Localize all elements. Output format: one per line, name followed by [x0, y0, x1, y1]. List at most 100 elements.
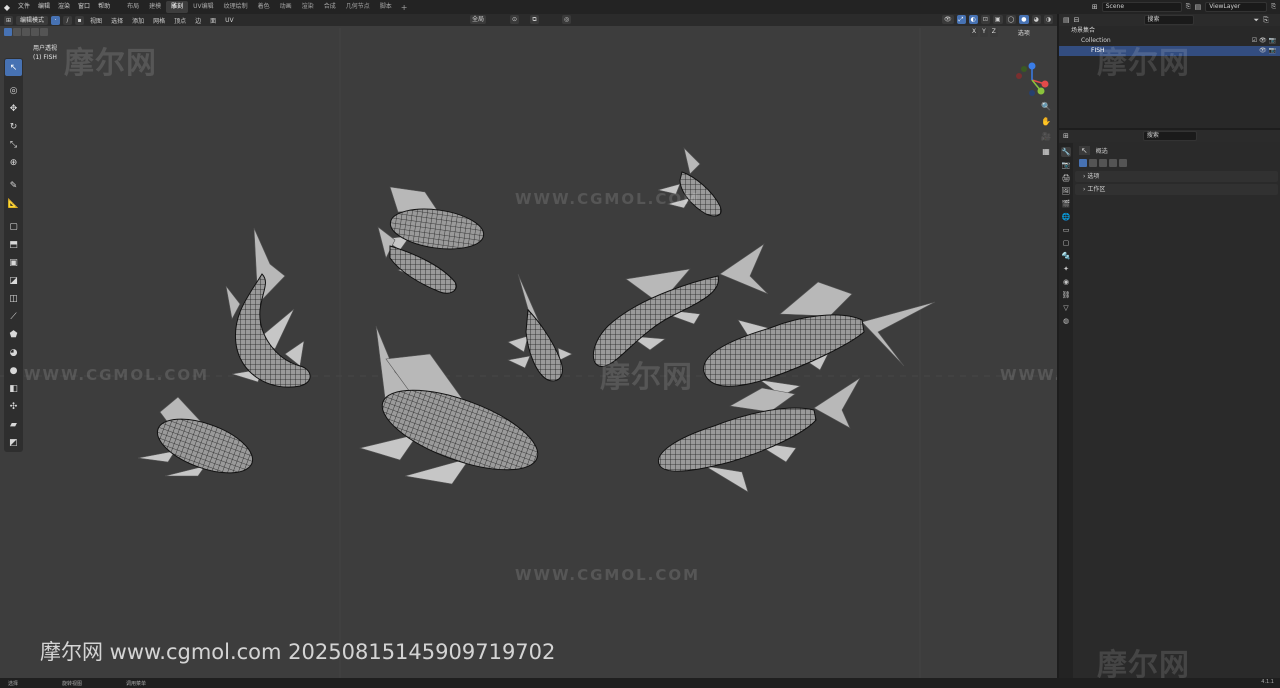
navigation-gizmo[interactable]	[1014, 62, 1050, 96]
section-workspace[interactable]: › 工作区	[1075, 184, 1278, 195]
output-tab-icon[interactable]: 🖨	[1061, 173, 1071, 183]
perspective-grid-icon[interactable]: ▦	[1040, 145, 1052, 157]
outliner-search-input[interactable]: 搜索	[1143, 15, 1194, 25]
rotate-tool[interactable]: ↻	[5, 118, 22, 135]
tab-geometry-nodes[interactable]: 几何节点	[341, 1, 375, 13]
scene-field[interactable]: Scene	[1101, 2, 1182, 12]
select-new-icon[interactable]	[4, 28, 12, 36]
knife-tool[interactable]: ⟋	[5, 308, 22, 325]
overlay-toggle-icon[interactable]: ◐	[968, 15, 978, 24]
mode-subtract-icon[interactable]	[1099, 159, 1107, 167]
pivot-icon[interactable]: ⊙	[510, 15, 520, 24]
section-options[interactable]: › 选项	[1075, 171, 1278, 182]
add-cube-tool[interactable]: ▢	[5, 218, 22, 235]
move-tool[interactable]: ✥	[5, 100, 22, 117]
gizmo-toggle-icon[interactable]: ⤢	[956, 15, 966, 24]
tab-compositing[interactable]: 合成	[319, 1, 341, 13]
face-select-button[interactable]: ▪	[75, 15, 85, 25]
outliner-funnel-icon[interactable]: ⏷	[1254, 16, 1260, 25]
scale-tool[interactable]: ⤡	[5, 136, 22, 153]
fish-mesh[interactable]	[507, 273, 573, 382]
spin-tool[interactable]: ◕	[5, 344, 22, 361]
menu-view[interactable]: 视图	[87, 16, 105, 25]
measure-tool[interactable]: 📐	[5, 195, 22, 212]
add-workspace-button[interactable]: +	[397, 3, 412, 12]
snap-icon[interactable]: ⧉	[530, 15, 539, 24]
particles-tab-icon[interactable]: ✦	[1061, 264, 1071, 274]
menu-select[interactable]: 选择	[108, 16, 126, 25]
new-scene-icon[interactable]: ⎘	[1186, 3, 1191, 11]
mirror-x-toggle[interactable]: X	[970, 28, 979, 37]
tab-animation[interactable]: 动画	[275, 1, 297, 13]
outliner-type-icon[interactable]: ▤	[1063, 16, 1070, 24]
tab-rendering[interactable]: 渲染	[297, 1, 319, 13]
mode-select[interactable]: 编辑模式	[16, 15, 49, 25]
physics-tab-icon[interactable]: ◉	[1061, 277, 1071, 287]
fish-mesh[interactable]	[658, 377, 861, 493]
render-tab-icon[interactable]: 📷	[1061, 160, 1071, 170]
new-viewlayer-icon[interactable]: ⎘	[1271, 3, 1280, 11]
fish-mesh[interactable]	[703, 281, 936, 397]
collection-tab-icon[interactable]: ▭	[1061, 225, 1071, 235]
xray-icon[interactable]: ▣	[992, 15, 1003, 24]
object-tab-icon[interactable]: ▢	[1061, 238, 1071, 248]
poly-build-tool[interactable]: ⬟	[5, 326, 22, 343]
inset-tool[interactable]: ▣	[5, 254, 22, 271]
tab-sculpting[interactable]: 雕刻	[166, 1, 189, 13]
tab-modeling[interactable]: 建模	[144, 1, 166, 13]
shading-material-icon[interactable]: ◕	[1031, 15, 1041, 24]
tab-texture-paint[interactable]: 纹理绘制	[219, 1, 253, 13]
mirror-y-toggle[interactable]: Y	[980, 28, 988, 37]
properties-type-icon[interactable]: ⊞	[1063, 132, 1069, 140]
shading-render-icon[interactable]: ◑	[1043, 15, 1053, 24]
view-layer-field[interactable]: ViewLayer	[1205, 2, 1268, 12]
smooth-tool[interactable]: ●	[5, 362, 22, 379]
mesh-edit-overlay-icon[interactable]: ⊡	[980, 15, 990, 24]
outliner-filter-icon[interactable]: ⊟	[1074, 16, 1080, 24]
shear-tool[interactable]: ▰	[5, 416, 22, 433]
fish-mesh[interactable]	[382, 186, 486, 254]
select-subtract-icon[interactable]	[22, 28, 30, 36]
material-tab-icon[interactable]: ◍	[1061, 316, 1071, 326]
menu-render[interactable]: 渲染	[54, 0, 74, 14]
select-invert-icon[interactable]	[31, 28, 39, 36]
bevel-tool[interactable]: ◪	[5, 272, 22, 289]
mode-intersect-icon[interactable]	[1119, 159, 1127, 167]
edge-slide-tool[interactable]: ◧	[5, 380, 22, 397]
menu-edit[interactable]: 编辑	[34, 0, 54, 14]
proportional-edit-icon[interactable]: ◎	[562, 15, 572, 24]
select-box-tool[interactable]: ↖	[5, 59, 22, 76]
menu-add[interactable]: 添加	[129, 16, 147, 25]
zoom-icon[interactable]: 🔍	[1040, 100, 1052, 112]
menu-file[interactable]: 文件	[14, 0, 34, 14]
tab-layout[interactable]: 布局	[122, 1, 144, 13]
tab-uv-editing[interactable]: UV编辑	[188, 1, 219, 13]
shading-solid-icon[interactable]: ●	[1019, 15, 1029, 24]
data-tab-icon[interactable]: ▽	[1061, 303, 1071, 313]
shading-wire-icon[interactable]: ◯	[1005, 15, 1017, 24]
blender-logo-icon[interactable]: ◆	[0, 0, 14, 14]
menu-edge[interactable]: 边	[192, 16, 204, 25]
select-intersect-icon[interactable]	[40, 28, 48, 36]
cursor-tool[interactable]: ◎	[5, 82, 22, 99]
tab-scripting[interactable]: 脚本	[375, 1, 397, 13]
view-layer-tab-icon[interactable]: 🖼	[1061, 186, 1071, 196]
rip-tool[interactable]: ◩	[5, 434, 22, 451]
outliner-collection-row[interactable]: Collection ☑ 👁 📷	[1059, 36, 1280, 46]
mirror-z-toggle[interactable]: Z	[989, 28, 998, 37]
scene-canvas[interactable]	[0, 14, 1057, 678]
scene-tab-icon[interactable]: 🎬	[1061, 199, 1071, 209]
vertex-select-button[interactable]: ·	[51, 15, 61, 25]
outliner-scene-collection[interactable]: 场景集合	[1059, 26, 1280, 36]
object-visibility-icon[interactable]: 👁 📷	[1259, 46, 1276, 56]
options-menu[interactable]: 选项	[1018, 28, 1030, 37]
editor-type-icon[interactable]: ⊞	[4, 15, 14, 25]
menu-vertex[interactable]: 顶点	[171, 16, 189, 25]
3d-viewport[interactable]: ⊞ 编辑模式 · / ▪ 视图 选择 添加 网格 顶点 边 面 UV 全局 ⊙ …	[0, 14, 1057, 678]
fish-mesh[interactable]	[657, 147, 722, 217]
annotate-tool[interactable]: ✎	[5, 177, 22, 194]
mode-invert-icon[interactable]	[1109, 159, 1117, 167]
edge-select-button[interactable]: /	[63, 15, 73, 25]
mode-new-icon[interactable]	[1079, 159, 1087, 167]
modifier-tab-icon[interactable]: 🔩	[1061, 251, 1071, 261]
